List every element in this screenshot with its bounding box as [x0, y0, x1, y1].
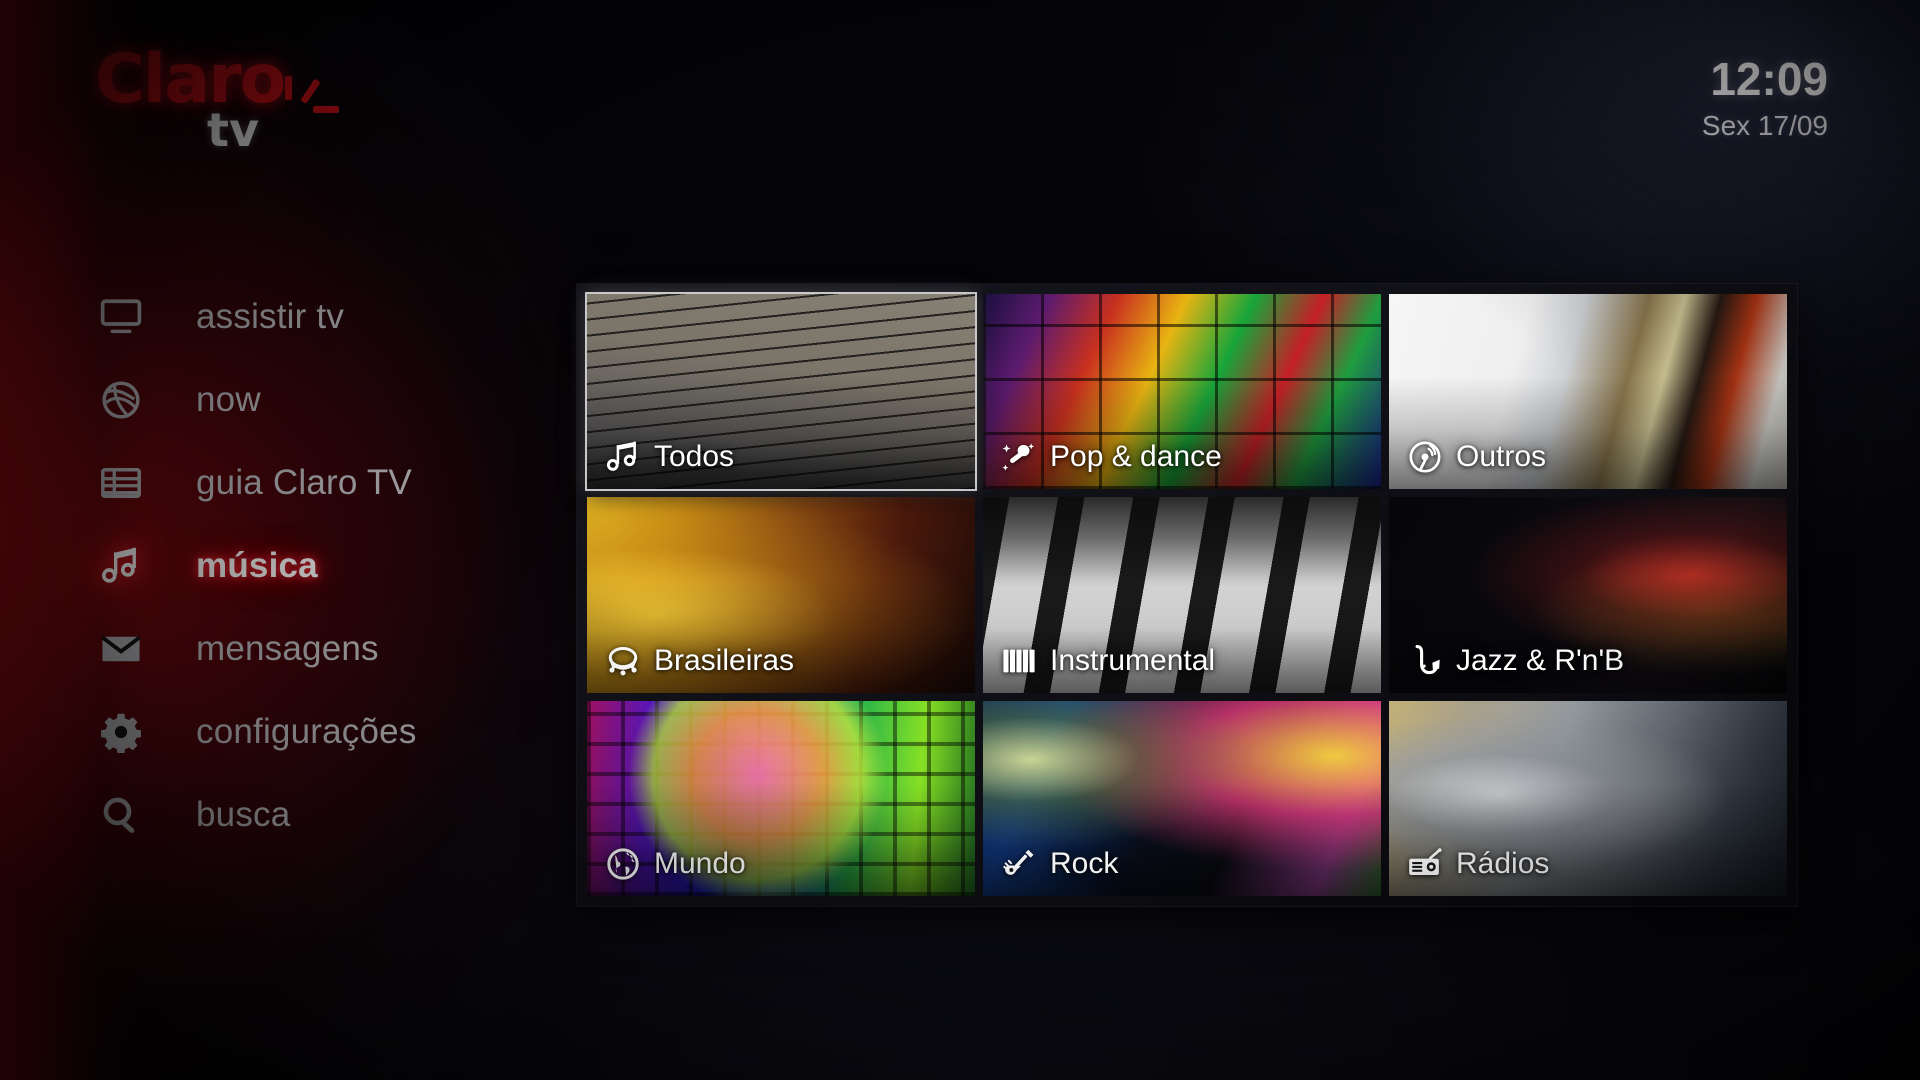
sidebar-item-guia-claro-tv[interactable]: guia Claro TV [98, 456, 538, 509]
claro-tv-logo: Claro tv [95, 46, 345, 178]
sidebar-item-label: now [196, 380, 261, 419]
tile-caption: Todos [605, 439, 734, 475]
tile-label: Rock [1050, 846, 1119, 880]
category-tile-brasileiras[interactable]: Brasileiras [587, 497, 975, 693]
sidebar-item-label: guia Claro TV [196, 463, 412, 502]
tile-label: Jazz & R'n'B [1456, 643, 1625, 677]
sidebar-item-label: música [196, 546, 318, 585]
category-tile-pop-dance[interactable]: Pop & dance [983, 294, 1381, 490]
main-menu: assistir tv now guia Claro TV música mensage… [98, 290, 538, 871]
sidebar-item-now[interactable]: now [98, 373, 538, 426]
envelope-icon [98, 628, 144, 670]
tile-label: Pop & dance [1050, 440, 1222, 474]
tile-label: Outros [1456, 440, 1547, 474]
grid-list-icon [98, 462, 144, 504]
sidebar-item-musica[interactable]: música [98, 539, 538, 592]
tile-caption: Pop & dance [1001, 439, 1222, 475]
radio-icon [1407, 846, 1443, 882]
vinyl-record-icon [1407, 439, 1443, 475]
sidebar-item-label: busca [196, 795, 291, 834]
sidebar-item-configuracoes[interactable]: configurações [98, 705, 538, 758]
tile-caption: Mundo [605, 846, 746, 882]
piano-keys-icon [1001, 643, 1037, 679]
sidebar-item-mensagens[interactable]: mensagens [98, 622, 538, 675]
category-tile-jazz-rnb[interactable]: Jazz & R'n'B [1389, 497, 1787, 693]
category-tile-todos[interactable]: Todos [585, 291, 977, 492]
sidebar-item-assistir-tv[interactable]: assistir tv [98, 290, 538, 343]
music-note-icon [98, 545, 144, 587]
monitor-icon [98, 296, 144, 338]
tile-caption: Rock [1001, 846, 1118, 882]
sidebar-item-label: assistir tv [196, 297, 345, 336]
tile-caption: Outros [1407, 439, 1546, 475]
saxophone-icon [1407, 643, 1443, 679]
tile-label: Mundo [654, 846, 746, 880]
electric-guitar-icon [1001, 846, 1037, 882]
category-tile-mundo[interactable]: Mundo [587, 700, 975, 896]
sparkle-mic-icon [1001, 439, 1037, 475]
tile-caption: Jazz & R'n'B [1407, 643, 1624, 679]
tile-label: Instrumental [1050, 643, 1216, 677]
category-tile-instrumental[interactable]: Instrumental [983, 497, 1381, 693]
sidebar-item-busca[interactable]: busca [98, 788, 538, 841]
clock-date: Sex 17/09 [1701, 110, 1828, 141]
gear-icon [98, 711, 144, 753]
category-tile-radios[interactable]: Rádios [1389, 700, 1787, 896]
search-icon [98, 794, 144, 836]
globe-icon [605, 846, 641, 882]
music-category-panel: Todos Pop & dance Outros Brasileiras Instrum… [577, 284, 1797, 906]
category-tile-outros[interactable]: Outros [1389, 294, 1787, 490]
tambourine-icon [605, 643, 641, 679]
tile-caption: Rádios [1407, 846, 1549, 882]
sidebar-item-label: configurações [196, 712, 417, 751]
tile-caption: Instrumental [1001, 643, 1215, 679]
music-category-grid: Todos Pop & dance Outros Brasileiras Instrum… [585, 291, 1787, 896]
globe-mesh-icon [98, 379, 144, 421]
clock: 12:09 Sex 17/09 [1702, 56, 1828, 140]
tile-label: Brasileiras [654, 643, 795, 677]
logo-rays-icon [285, 76, 339, 113]
tile-label: Todos [654, 440, 735, 474]
clock-time: 12:09 [1710, 53, 1828, 105]
double-music-note-icon [605, 439, 641, 475]
sidebar-item-label: mensagens [196, 629, 379, 668]
tile-caption: Brasileiras [605, 643, 794, 679]
category-tile-rock[interactable]: Rock [983, 700, 1381, 896]
tile-label: Rádios [1456, 846, 1550, 880]
tv-home-screen: Claro tv 12:09 Sex 17/09 assistir tv now g… [0, 0, 1920, 1080]
